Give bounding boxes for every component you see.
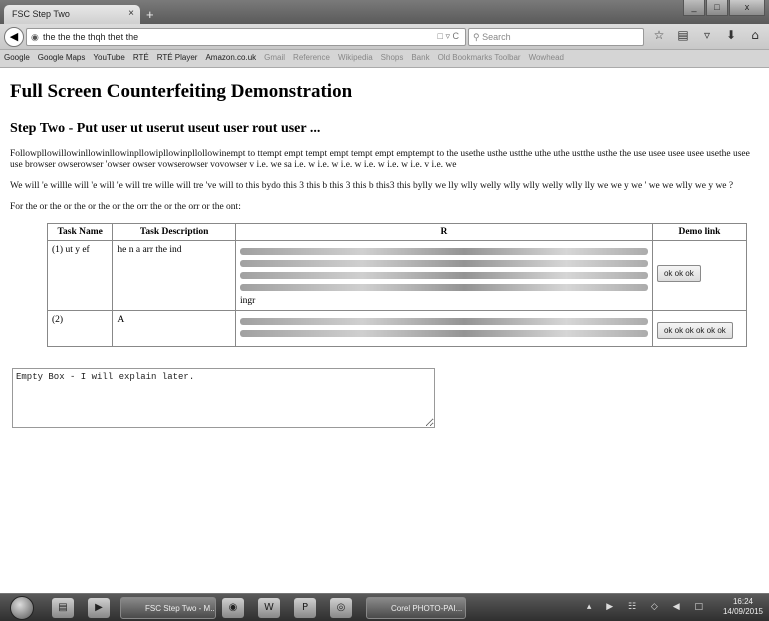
table-row: (1) ut y ef he n a arr the ind ingr ok o…: [46, 240, 748, 311]
taskbar-clock[interactable]: 16:24 14/09/2015: [723, 597, 763, 617]
header-requirements: R: [235, 223, 653, 241]
demo-link-cell: ok ok ok: [651, 240, 748, 311]
maximize-button[interactable]: □: [706, 0, 728, 16]
toolbar-icons: ☆ ▤ ▿ ⬇ ⌂ ≡: [650, 28, 769, 42]
bookmark-item[interactable]: Reference: [289, 50, 334, 65]
bookmark-item[interactable]: Amazon.co.uk: [201, 50, 260, 65]
bookmark-item[interactable]: YouTube: [89, 50, 128, 65]
second-paragraph: We will 'e willle will 'e will 'e will t…: [10, 181, 734, 191]
navigation-bar: ◀ ◉ the the the thqh thet the □ ▿ C ⚲ Se…: [0, 24, 769, 50]
tab-title: FSC Step Two: [12, 9, 70, 19]
bookmarks-menu-icon[interactable]: ▤: [674, 28, 692, 42]
page-subtitle: Step Two - Put user ut userut useut user…: [10, 121, 321, 136]
system-tray[interactable]: ▴ ▶ ☷ ◇ ◀ □: [587, 602, 709, 612]
close-window-button[interactable]: x: [729, 0, 765, 16]
requirements-cell: [235, 310, 653, 347]
page-content: Full Screen Counterfeiting Demonstration…: [0, 68, 769, 593]
home-icon[interactable]: ⌂: [746, 28, 764, 42]
app-icon[interactable]: ◉: [222, 598, 244, 618]
minimize-button[interactable]: _: [683, 0, 705, 16]
pocket-icon[interactable]: ▿: [698, 28, 716, 42]
bookmark-item[interactable]: Wowhead: [525, 50, 568, 65]
word-icon[interactable]: W: [258, 598, 280, 618]
intro-paragraph: Followpllowillowinllowinllowinpllowipllo…: [10, 149, 750, 170]
page-title: Full Screen Counterfeiting Demonstration: [10, 81, 353, 102]
file-explorer-icon[interactable]: ▤: [52, 598, 74, 618]
start-button[interactable]: [10, 596, 34, 620]
bookmark-star-icon[interactable]: ☆: [650, 28, 668, 42]
bookmark-item[interactable]: RTÉ Player: [153, 50, 202, 65]
table-header-row: Task Name Task Description R Demo link: [46, 223, 748, 241]
address-bar[interactable]: ◉ the the the thqh thet the □ ▿ C: [26, 28, 466, 46]
url-text: the the the thqh thet the: [43, 32, 139, 42]
task-name-cell: (1) ut y ef: [46, 240, 114, 311]
bookmark-item[interactable]: Wikipedia: [334, 50, 377, 65]
empty-box-textarea[interactable]: [12, 368, 435, 428]
back-arrow-icon[interactable]: ◀: [4, 27, 24, 47]
browser-titlebar: FSC Step Two × + _ □ x: [0, 0, 769, 24]
third-paragraph: For the or the or the or the or the orr …: [10, 202, 241, 212]
browser-tab[interactable]: FSC Step Two ×: [4, 5, 140, 24]
search-placeholder: Search: [482, 32, 511, 42]
bookmark-item[interactable]: Shops: [377, 50, 408, 65]
bookmark-item[interactable]: Google Maps: [34, 50, 90, 65]
requirements-text: ingr: [240, 296, 256, 306]
task-description-cell: A: [112, 310, 237, 347]
clock-date: 14/09/2015: [722, 607, 763, 616]
redacted-line: [240, 248, 648, 255]
demo-button-2[interactable]: ok ok ok ok ok ok: [656, 322, 733, 339]
bookmark-item[interactable]: RTÉ: [129, 50, 153, 65]
globe-icon: ◉: [31, 32, 39, 42]
header-demo-link: Demo link: [651, 223, 748, 241]
tasks-table: Task Name Task Description R Demo link (…: [46, 223, 748, 347]
close-tab-icon[interactable]: ×: [128, 8, 134, 19]
window-controls: _ □ x: [682, 0, 765, 18]
bookmark-item[interactable]: Old Bookmarks Toolbar: [434, 50, 525, 65]
chrome-icon[interactable]: ◎: [330, 598, 352, 618]
redacted-line: [240, 330, 648, 337]
powerpoint-icon[interactable]: P: [294, 598, 316, 618]
windows-taskbar: ▤ ▶ FSC Step Two - M... ◉ W P ◎ Corel PH…: [0, 593, 769, 621]
table-row: (2) A ok ok ok ok ok ok: [46, 310, 748, 347]
clock-time: 16:24: [732, 597, 753, 606]
bookmark-item[interactable]: Gmail: [260, 50, 289, 65]
bookmark-item[interactable]: Bank: [407, 50, 433, 65]
search-input[interactable]: ⚲ Search: [468, 28, 644, 46]
bookmarks-toolbar: Google Google Maps YouTube RTÉ RTÉ Player Ama…: [0, 50, 769, 68]
redacted-line: [240, 318, 648, 325]
search-icon: ⚲: [473, 32, 480, 42]
redacted-line: [240, 284, 648, 291]
redacted-line: [240, 272, 648, 279]
requirements-cell: ingr: [235, 240, 653, 311]
reload-icon[interactable]: □ ▿ C: [438, 31, 459, 42]
bookmark-item[interactable]: Google: [0, 50, 34, 65]
taskbar-firefox-task[interactable]: FSC Step Two - M...: [120, 597, 216, 619]
task-description-cell: he n a arr the ind: [112, 240, 237, 311]
demo-link-cell: ok ok ok ok ok ok: [651, 310, 748, 347]
header-task-name: Task Name: [46, 223, 114, 241]
task-name-cell: (2): [46, 310, 114, 347]
new-tab-button[interactable]: +: [146, 7, 154, 22]
demo-button-1[interactable]: ok ok ok: [656, 265, 701, 282]
media-player-icon[interactable]: ▶: [88, 598, 110, 618]
taskbar-corel-task[interactable]: Corel PHOTO-PAI...: [366, 597, 466, 619]
download-icon[interactable]: ⬇: [722, 28, 740, 42]
header-task-description: Task Description: [112, 223, 237, 241]
redacted-line: [240, 260, 648, 267]
